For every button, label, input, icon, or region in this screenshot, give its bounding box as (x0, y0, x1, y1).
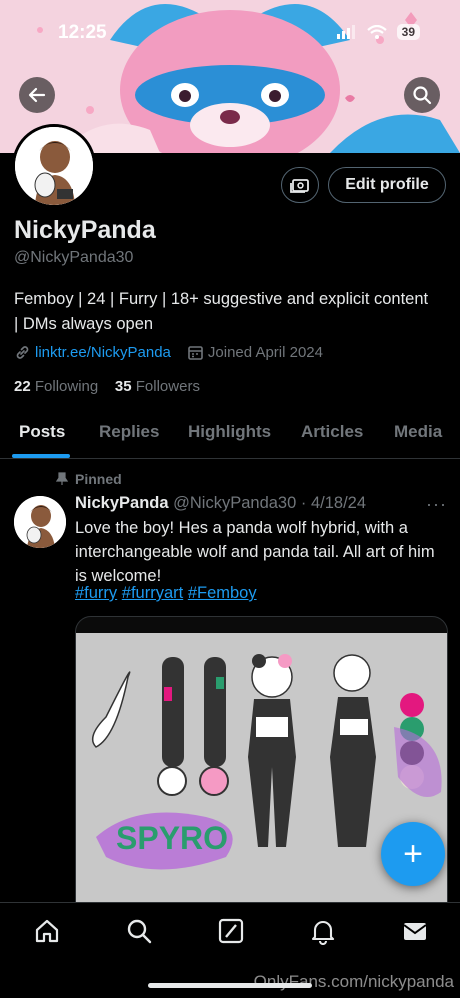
tab-replies[interactable]: Replies (99, 422, 159, 442)
profile-bio: Femboy | 24 | Furry | 18+ suggestive and… (14, 290, 429, 333)
tab-media[interactable]: Media (394, 422, 442, 442)
follow-counts: 22 Following 35 Followers (14, 378, 200, 395)
back-arrow-icon (28, 87, 46, 103)
active-tab-indicator (12, 454, 70, 458)
profile-avatar[interactable] (12, 124, 96, 208)
post-author[interactable]: NickyPanda (75, 494, 169, 512)
following-link[interactable]: 22 Following (14, 378, 98, 395)
bell-icon[interactable] (309, 917, 337, 945)
profile-name: NickyPanda (14, 216, 156, 244)
edit-profile-button[interactable]: Edit profile (328, 167, 446, 203)
status-time: 12:25 (58, 22, 107, 43)
following-count: 22 (14, 378, 31, 395)
pin-icon (56, 472, 68, 485)
post-avatar[interactable] (14, 496, 66, 548)
nav-search-icon[interactable] (125, 917, 153, 945)
search-button[interactable] (404, 77, 440, 113)
following-label: Following (34, 378, 99, 395)
profile-joined: Joined April 2024 (207, 344, 323, 361)
profile-handle: @NickyPanda30 (14, 249, 134, 266)
followers-label: Followers (135, 378, 200, 395)
mail-icon[interactable] (401, 917, 429, 945)
profile-tabs: Posts Replies Highlights Articles Media (0, 412, 460, 459)
subscribe-button[interactable] (281, 167, 319, 203)
post-avatar-art (14, 496, 66, 548)
hashtag-link[interactable]: #furry (75, 584, 117, 602)
hashtag-link[interactable]: #furryart (122, 584, 183, 602)
profile-meta: linktr.ee/NickyPanda Joined April 2024 (14, 344, 323, 361)
calendar-icon (188, 346, 203, 360)
post-more-button[interactable]: ··· (426, 494, 447, 515)
compose-button[interactable]: + (381, 822, 445, 886)
watermark: OnlyFans.com/nickypanda (253, 972, 454, 991)
spyro-art-text: SPYRO (116, 820, 228, 856)
wifi-icon (366, 24, 387, 39)
status-icons: 39 (336, 24, 420, 40)
status-bar: 12:25 39 (0, 0, 460, 50)
post-text: Love the boy! Hes a panda wolf hybrid, w… (75, 519, 435, 585)
post-header: NickyPanda @NickyPanda30 · 4/18/24 (75, 494, 366, 513)
link-icon (16, 346, 29, 359)
signal-icon (336, 25, 355, 39)
tab-posts[interactable]: Posts (19, 422, 65, 442)
followers-count: 35 (114, 378, 132, 395)
home-indicator (148, 983, 312, 988)
battery-indicator: 39 (396, 24, 420, 40)
search-icon (413, 86, 432, 105)
money-icon (290, 179, 309, 193)
pinned-label: Pinned (75, 471, 122, 487)
tab-articles[interactable]: Articles (301, 422, 363, 442)
home-icon[interactable] (33, 917, 61, 945)
grok-icon[interactable] (217, 917, 245, 945)
avatar-art (15, 127, 93, 205)
back-button[interactable] (19, 77, 55, 113)
profile-link[interactable]: linktr.ee/NickyPanda (35, 344, 171, 361)
hashtag-link[interactable]: #Femboy (188, 584, 257, 602)
post-hashtags: #furry #furryart #Femboy (75, 584, 257, 603)
post-handle-date[interactable]: @NickyPanda30 · 4/18/24 (173, 494, 366, 512)
followers-link[interactable]: 35 Followers (115, 378, 200, 395)
tab-highlights[interactable]: Highlights (188, 422, 271, 442)
